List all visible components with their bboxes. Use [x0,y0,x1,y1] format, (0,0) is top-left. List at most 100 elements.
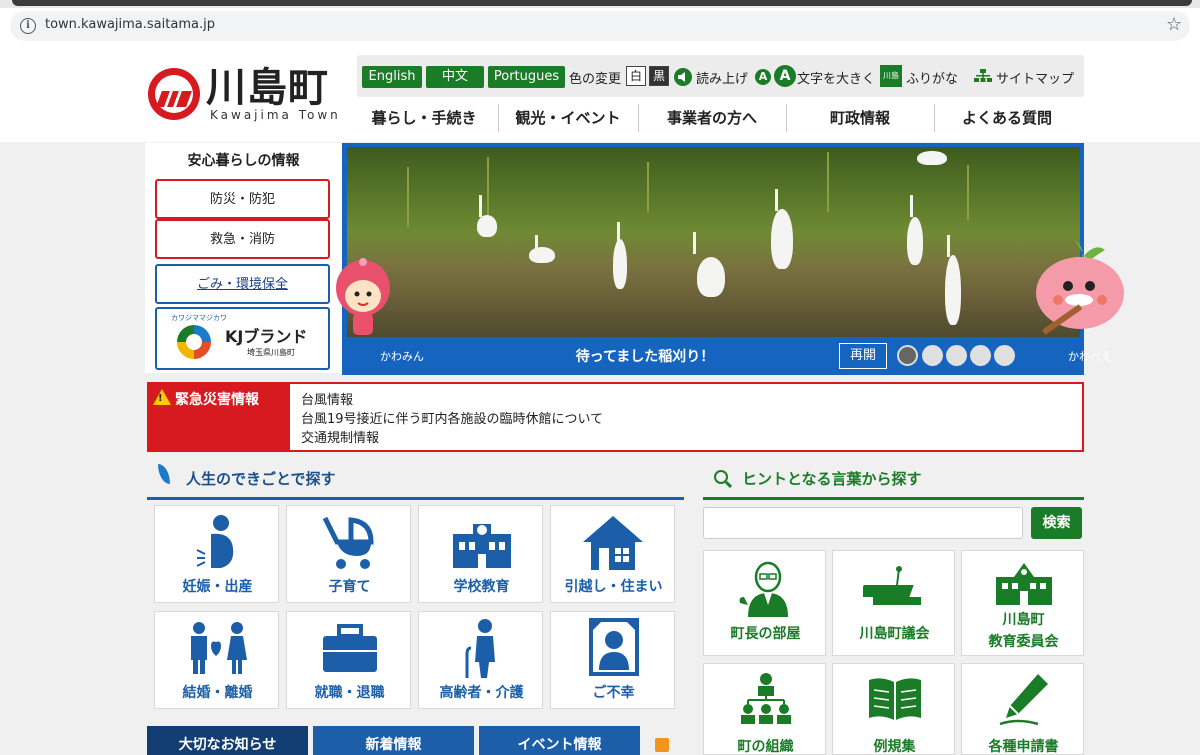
gnav-faq[interactable]: よくある質問 [934,100,1080,136]
school-building-icon [996,563,1052,605]
gnav-tourism[interactable]: 観光・イベント [498,100,638,136]
mayor-room-label: 町長の部屋 [730,626,801,642]
tab-important-notices[interactable]: 大切なお知らせ [147,726,308,755]
kawabee-mascot-icon [1030,238,1125,348]
life-label: 学校教育 [453,579,510,595]
life-card-school[interactable]: 学校教育 [418,505,543,603]
application-forms-card[interactable]: 各種申請書 [961,663,1084,755]
search-input[interactable] [703,507,1023,539]
color-white-button[interactable]: 白 [626,66,646,86]
font-size-label[interactable]: 文字を大きく [797,68,875,87]
read-aloud-button[interactable]: 読み上げ [696,68,748,87]
leaf-icon [158,464,170,484]
tab-event-info[interactable]: イベント情報 [479,726,640,755]
life-card-elderly[interactable]: 高齢者・介護 [418,611,543,709]
search-button[interactable]: 検索 [1031,507,1082,539]
sitemap-link[interactable]: サイトマップ [996,68,1074,87]
color-black-button[interactable]: 黒 [649,66,669,86]
life-card-marriage[interactable]: 結婚・離婚 [154,611,279,709]
bookmark-star-icon[interactable]: ☆ [1166,14,1182,35]
school-icon [453,524,511,568]
life-card-employment[interactable]: 就職・退職 [286,611,411,709]
org-chart-icon [741,673,791,724]
life-label: 妊娠・出産 [182,579,253,595]
hero-photo [347,147,1080,337]
regulations-card[interactable]: 例規集 [832,663,955,755]
application-forms-label: 各種申請書 [988,739,1059,755]
emergency-link-traffic[interactable]: 交通規制情報 [301,427,379,446]
gnav-business[interactable]: 事業者の方へ [638,100,786,136]
town-organization-label: 町の組織 [737,739,794,755]
slide-dot-2[interactable] [922,345,943,366]
life-label: 高齢者・介護 [439,685,524,701]
life-card-pregnancy[interactable]: 妊娠・出産 [154,505,279,603]
kawamin-label: かわみん [380,350,424,363]
slide-dot-1[interactable] [897,345,918,366]
regulations-label: 例規集 [873,739,916,755]
kawamin-mascot-icon [333,258,393,338]
town-council-label: 川島町議会 [859,626,930,642]
safety-title: 安心暮らしの情報 [187,153,300,169]
portrait-icon [589,618,639,676]
kj-brand-ruby: カワジママジカワ [171,314,227,322]
life-events-title: 人生のできごとで探す [186,470,336,488]
education-board-card[interactable]: 川島町 教育委員会 [961,550,1084,656]
life-card-moving[interactable]: 引越し・住まい [550,505,675,603]
speaker-icon[interactable] [674,68,692,86]
slide-caption[interactable]: 待ってました稲刈り！ [500,346,790,366]
gnav-living[interactable]: 暮らし・手続き [350,100,498,136]
book-icon [869,678,921,720]
kawabee-label: かわべえ [1068,350,1112,363]
kj-brand-banner[interactable]: カワジママジカワ KJブランド 埼玉県川島町 [155,307,330,370]
briefcase-icon [323,624,377,672]
town-council-card[interactable]: 川島町議会 [832,550,955,656]
couple-icon [191,622,247,674]
elderly-icon [465,619,495,678]
life-card-childcare[interactable]: 子育て [286,505,411,603]
kj-brand-title: KJブランド [225,327,308,346]
sitemap-icon[interactable] [974,68,992,82]
lang-chinese-button[interactable]: 中文 [426,66,484,88]
slide-dot-4[interactable] [970,345,991,366]
mayor-icon [739,561,788,617]
slide-dot-5[interactable] [994,345,1015,366]
emergency-title: 緊急災害情報 [175,392,259,408]
podium-icon [863,566,921,605]
garbage-environment-button[interactable]: ごみ・環境保全 [155,264,330,304]
town-organization-card[interactable]: 町の組織 [703,663,826,755]
town-emblem-icon[interactable] [148,68,200,120]
slide-dot-3[interactable] [946,345,967,366]
life-label: 子育て [328,579,371,595]
furigana-icon[interactable]: 川島 [880,65,902,87]
gnav-government[interactable]: 町政情報 [786,100,934,136]
tab-new-info[interactable]: 新着情報 [313,726,474,755]
site-logo[interactable]: 川島町 [206,64,329,112]
life-label: 就職・退職 [314,685,385,701]
kj-brand-sub: 埼玉県川島町 [247,348,295,357]
url-text[interactable]: town.kawajima.saitama.jp [45,17,215,32]
life-label: 結婚・離婚 [182,685,253,701]
life-label: 引越し・住まい [564,579,663,595]
pregnancy-icon [196,515,234,568]
life-label: ご不幸 [592,685,635,701]
browser-top-strip [0,0,1200,8]
slider-pause-button[interactable]: 再開 [839,343,887,369]
hint-search-title: ヒントとなる言葉から探す [742,470,922,488]
mayor-room-card[interactable]: 町長の部屋 [703,550,826,656]
color-change-label: 色の変更 [569,72,622,87]
emergency-fire-button[interactable]: 救急・消防 [155,219,330,259]
emergency-link-typhoon[interactable]: 台風情報 [301,389,353,408]
lang-english-button[interactable]: English [362,66,422,88]
disaster-prevention-button[interactable]: 防災・防犯 [155,179,330,219]
site-logo-english: Kawajima Town [210,108,341,122]
emergency-link-closure[interactable]: 台風19号接近に伴う町内各施設の臨時休館について [301,408,603,427]
info-icon[interactable]: i [20,18,36,34]
rss-icon[interactable] [655,738,669,752]
lang-portuguese-button[interactable]: Portugues [488,66,565,88]
stroller-icon [322,516,374,569]
furigana-button[interactable]: ふりがな [906,68,958,87]
font-small-button[interactable]: A [755,69,771,85]
font-large-button[interactable]: A [774,65,796,87]
life-card-bereavement[interactable]: ご不幸 [550,611,675,709]
house-icon [583,516,643,570]
